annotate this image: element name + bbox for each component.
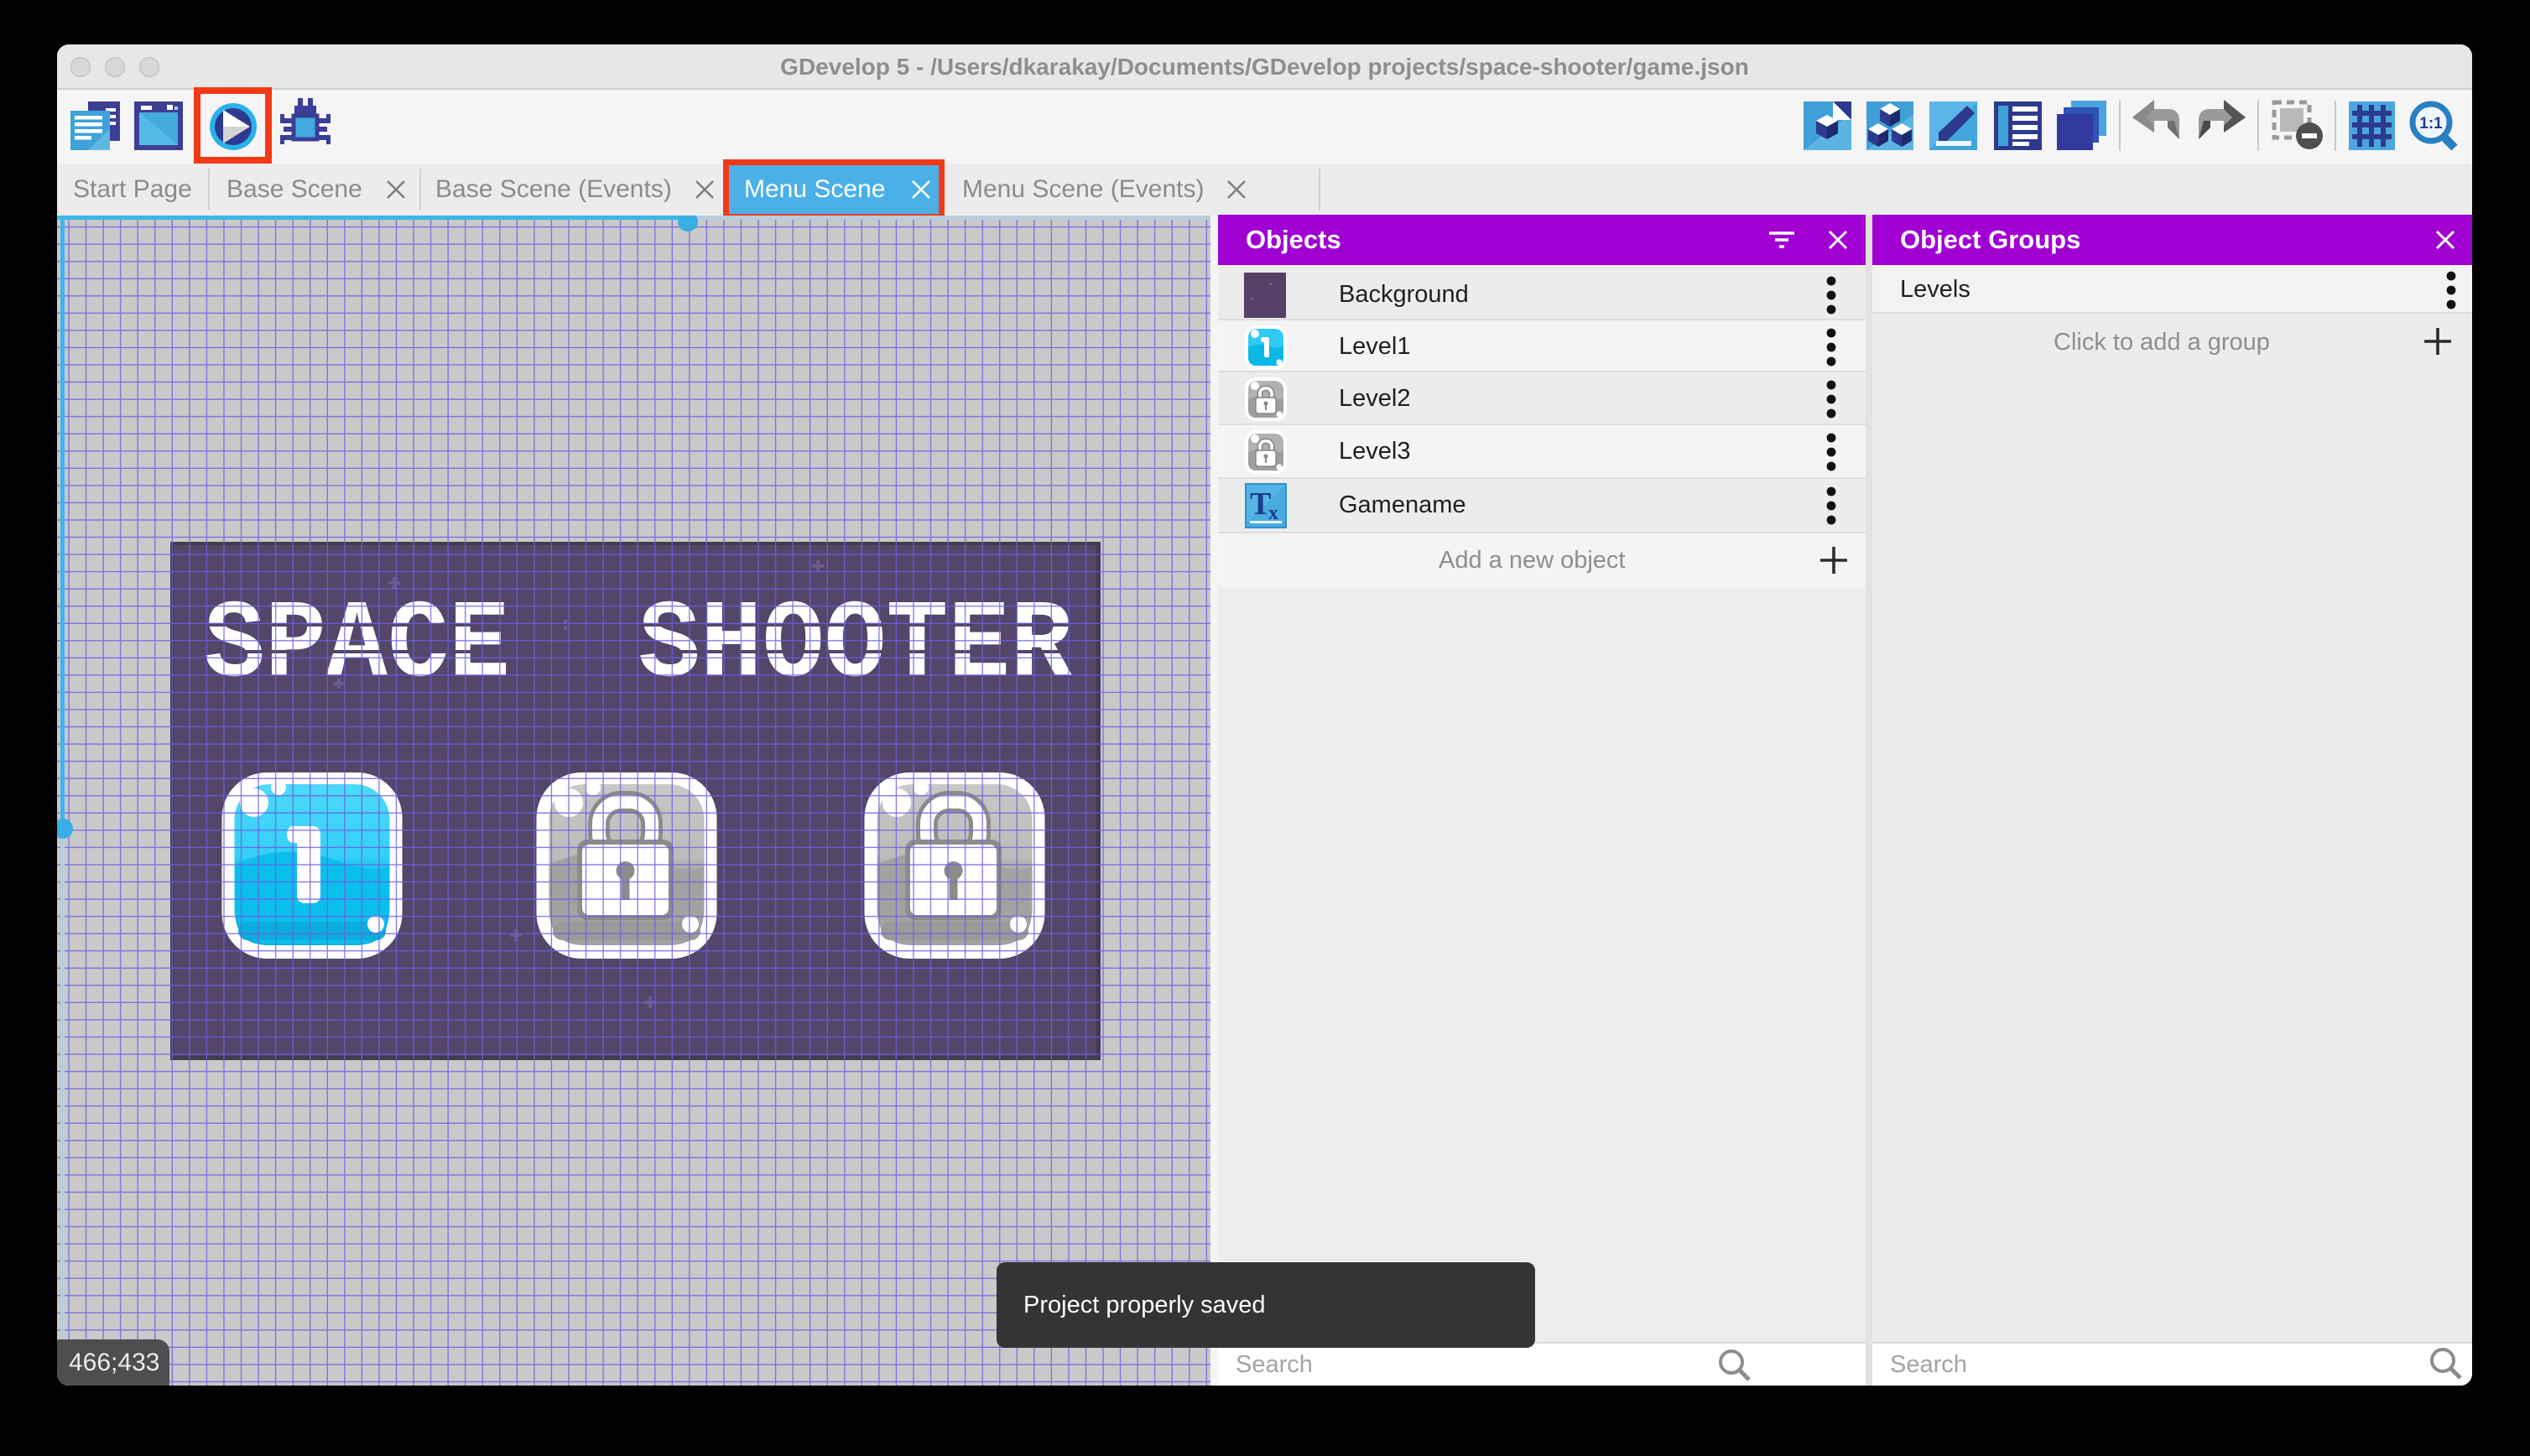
svg-text:1:1: 1:1 [2419,115,2443,133]
